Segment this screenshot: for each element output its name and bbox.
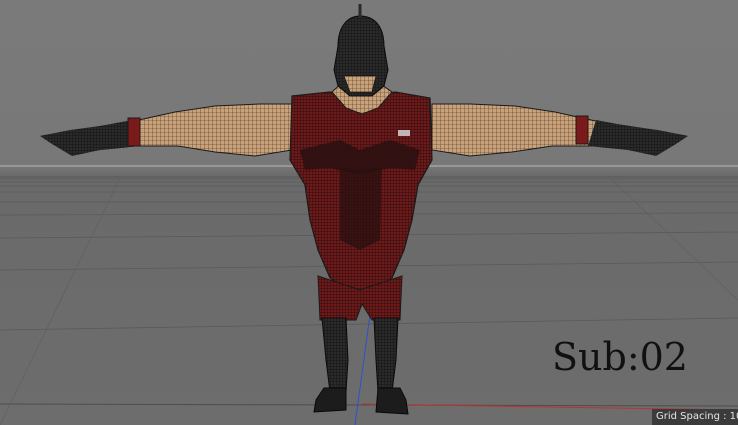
- grid-spacing-readout: Grid Spacing : 10 cm: [652, 409, 738, 425]
- 3d-viewport[interactable]: Sub:02 Grid Spacing : 10 cm: [0, 0, 738, 425]
- subdivision-level-label: Sub:02: [552, 335, 688, 379]
